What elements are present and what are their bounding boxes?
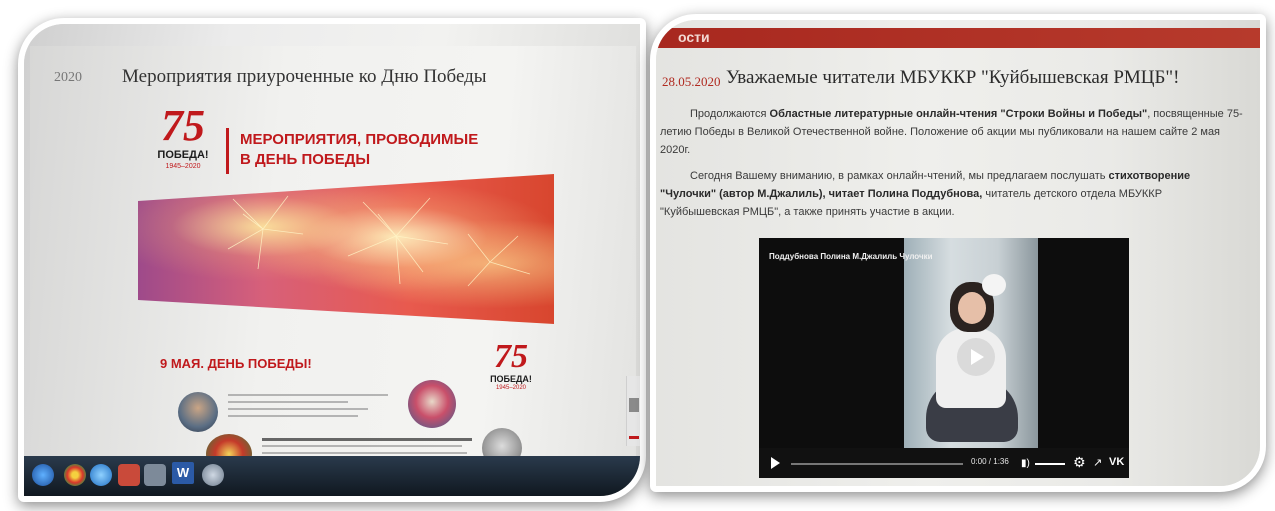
app-icon[interactable] (118, 464, 140, 486)
post-title: Мероприятия приуроченные ко Дню Победы (122, 66, 487, 87)
play-icon[interactable] (771, 457, 780, 469)
volume-icon[interactable]: ▮) (1021, 458, 1030, 469)
heading-divider (226, 128, 229, 174)
start-button-icon[interactable] (32, 464, 54, 486)
volume-slider[interactable] (1035, 463, 1065, 465)
victory-75-logo-small: 75 ПОБЕДА! 1945–2020 (482, 338, 540, 392)
blurred-text-line (262, 452, 467, 454)
blurred-text-line (262, 438, 472, 441)
blurred-text-line (228, 415, 358, 417)
video-controls: 0:00 / 1:36 ▮) ⚙ ↗ VK (759, 448, 1129, 478)
events-heading-line1: МЕРОПРИЯТИЯ, ПРОВОДИМЫЕ (240, 131, 479, 148)
vk-logo[interactable]: VK (1109, 456, 1124, 468)
monitor-screen: 2020 Мероприятия приуроченные ко Дню Поб… (24, 24, 640, 496)
blurred-text-line (228, 401, 348, 403)
internet-explorer-icon[interactable] (90, 464, 112, 486)
logo-years: 1945–2020 (495, 385, 527, 391)
blurred-text-line (228, 408, 368, 410)
vk-video-player[interactable]: Поддубнова Полина М.Джалиль Чулочки 0:00… (759, 238, 1129, 478)
victory-day-subheading: 9 МАЯ. ДЕНЬ ПОБЕДЫ! (160, 356, 312, 371)
webpage-victory-events: 2020 Мероприятия приуроченные ко Дню Поб… (30, 46, 640, 474)
video-time: 0:00 / 1:36 (971, 457, 1009, 466)
logo-number: 75 (161, 101, 205, 150)
post-date: 2020 (54, 70, 82, 85)
logo-number: 75 (494, 338, 528, 375)
windows-taskbar: W (24, 456, 640, 496)
news-paragraph-line: Продолжаются Областные литературные онла… (690, 108, 1243, 120)
photo-monitor-library-news: ости 28.05.2020 Уважаемые читатели МБУКК… (650, 14, 1266, 492)
video-title[interactable]: Поддубнова Полина М.Джалиль Чулочки (769, 252, 933, 261)
media-player-icon[interactable] (202, 464, 224, 486)
fireworks-sparks (227, 195, 531, 287)
folder-icon[interactable] (144, 464, 166, 486)
event-thumbnail[interactable] (178, 392, 218, 432)
side-widget (626, 376, 640, 446)
logo-word: ПОБЕДА! (157, 149, 209, 161)
victory-75-logo: 75 ПОБЕДА! 1945–2020 (148, 101, 218, 171)
news-paragraph-line: 2020г. (660, 144, 691, 156)
news-paragraph-line: летию Победы в Великой Отечественной вой… (660, 126, 1221, 138)
news-paragraph-line: "Куйбышевская РМЦБ", а также принять уча… (660, 206, 955, 218)
photo-monitor-victory-day: 2020 Мероприятия приуроченные ко Дню Поб… (18, 18, 646, 502)
monitor-screen: ости 28.05.2020 Уважаемые читатели МБУКК… (656, 20, 1260, 486)
seek-bar[interactable] (791, 463, 963, 465)
events-heading-line2: В ДЕНЬ ПОБЕДЫ (240, 150, 371, 168)
event-thumbnail[interactable] (408, 380, 456, 428)
poem-label: стихотворение (1108, 170, 1191, 182)
fullscreen-icon[interactable]: ↗ (1093, 456, 1102, 469)
news-date: 28.05.2020 (662, 74, 721, 89)
events-heading: МЕРОПРИЯТИЯ, ПРОВОДИМЫЕ В ДЕНЬ ПОБЕДЫ (240, 130, 478, 169)
word-icon[interactable]: W (172, 462, 194, 484)
news-paragraph-line: "Чулочки" (автор М.Джалиль), читает Поли… (660, 188, 1163, 200)
blurred-text-line (262, 445, 462, 447)
chrome-icon[interactable] (64, 464, 86, 486)
logo-years: 1945–2020 (165, 163, 201, 170)
blurred-text-line (228, 394, 388, 396)
gear-icon[interactable]: ⚙ (1073, 454, 1086, 471)
news-section-bar: ости (656, 28, 1260, 48)
section-title[interactable]: ости (678, 29, 710, 45)
logo-word: ПОБЕДА! (490, 374, 532, 384)
fireworks-banner (138, 174, 554, 324)
reading-event-name: Областные литературные онлайн-чтения "Ст… (769, 108, 1148, 120)
news-paragraph-line: Сегодня Вашему вниманию, в рамках онлайн… (690, 170, 1191, 182)
play-overlay-icon[interactable] (957, 338, 995, 376)
news-title: Уважаемые читатели МБУККР "Куйбышевская … (726, 67, 1180, 88)
poem-title-reader: "Чулочки" (автор М.Джалиль), читает Поли… (660, 188, 983, 200)
